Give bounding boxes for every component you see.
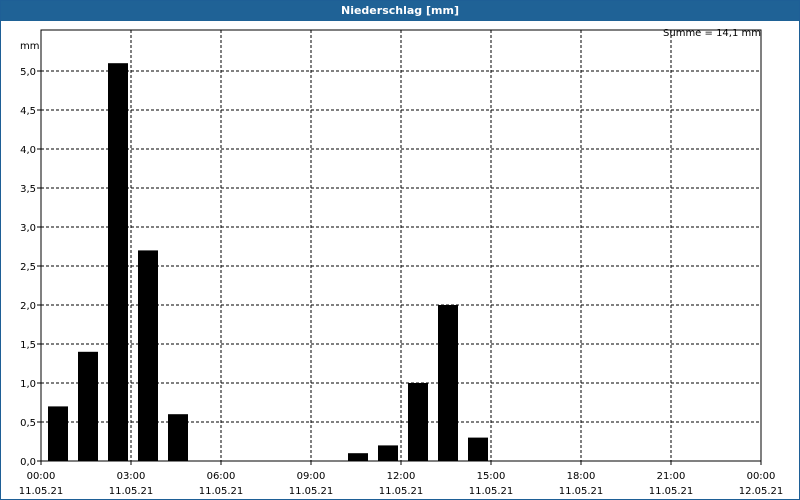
bar [138, 250, 158, 461]
x-tick-date-label: 11.05.21 [379, 486, 424, 497]
y-tick-label: 1,5 [20, 340, 36, 351]
y-tick-label: 3,5 [20, 184, 36, 195]
y-tick-label: 2,5 [20, 262, 36, 273]
bar [78, 351, 98, 461]
x-tick-time-label: 00:00 [747, 471, 776, 482]
x-axis-ticks: 00:00 11.05.21 03:00 11.05.21 06:00 11.05.21 0… [19, 461, 784, 497]
y-tick-label: 3,0 [20, 223, 36, 234]
bars [48, 63, 488, 461]
sum-annotation: Summe = 14,1 mm [663, 28, 761, 39]
x-tick-date-label: 11.05.21 [469, 486, 514, 497]
bar [108, 63, 128, 461]
bar [468, 437, 488, 461]
x-tick-time-label: 06:00 [207, 471, 236, 482]
x-tick-date-label: 11.05.21 [559, 486, 604, 497]
y-tick-label: 0,0 [20, 457, 36, 468]
x-tick-time-label: 18:00 [567, 471, 596, 482]
y-tick-label: 2,0 [20, 301, 36, 312]
x-tick-date-label: 12.05.21 [739, 486, 784, 497]
x-tick-time-label: 15:00 [477, 471, 506, 482]
bar [348, 453, 368, 461]
y-axis-ticks: 0,0 0,5 1,0 1,5 2,0 2,5 3,0 3,5 4,0 4,5 5,0 [20, 67, 41, 468]
x-tick-date-label: 11.05.21 [109, 486, 154, 497]
bar [168, 414, 188, 461]
x-tick-date-label: 11.05.21 [199, 486, 244, 497]
precipitation-chart: 0,0 0,5 1,0 1,5 2,0 2,5 3,0 3,5 4,0 4,5 5,0 00:00 1… [19, 28, 784, 497]
bar [48, 406, 68, 461]
x-tick-time-label: 03:00 [117, 471, 146, 482]
bar [378, 445, 398, 461]
x-tick-time-label: 12:00 [387, 471, 416, 482]
bar [408, 383, 428, 461]
bar [438, 305, 458, 461]
x-tick-date-label: 11.05.21 [649, 486, 694, 497]
y-tick-label: 0,5 [20, 418, 36, 429]
x-tick-date-label: 11.05.21 [19, 486, 64, 497]
y-tick-label: 5,0 [20, 67, 36, 78]
y-tick-label: 4,0 [20, 145, 36, 156]
x-tick-time-label: 21:00 [657, 471, 686, 482]
y-tick-label: 4,5 [20, 106, 36, 117]
y-tick-label: 1,0 [20, 379, 36, 390]
x-tick-date-label: 11.05.21 [289, 486, 334, 497]
x-tick-time-label: 09:00 [297, 471, 326, 482]
y-axis-unit-label: mm [20, 41, 39, 52]
x-tick-time-label: 00:00 [27, 471, 56, 482]
